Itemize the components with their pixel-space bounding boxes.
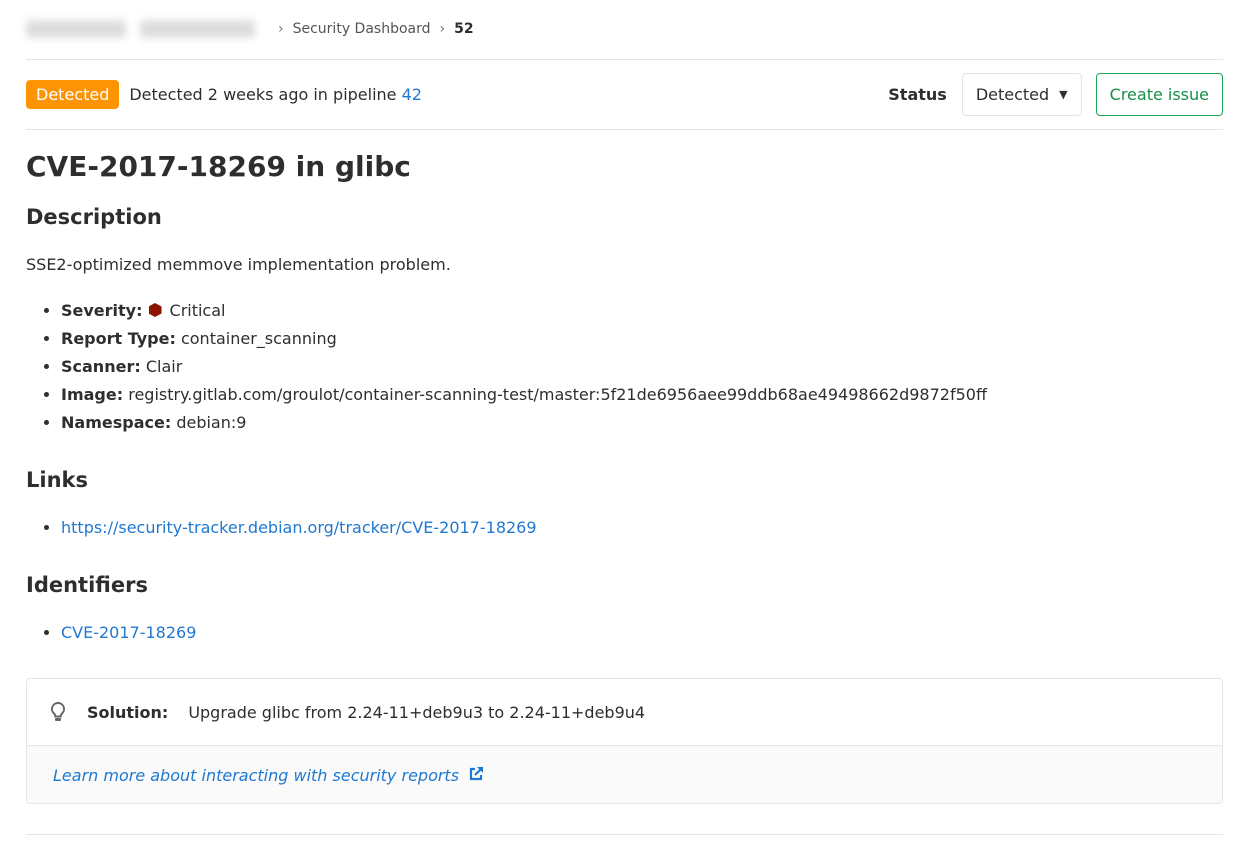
identifiers-list: CVE-2017-18269 xyxy=(61,619,196,647)
detail-value: container_scanning xyxy=(180,329,337,348)
solution-label: Solution: xyxy=(87,702,169,722)
severity-critical-icon xyxy=(148,303,162,317)
breadcrumb-security-dashboard[interactable]: Security Dashboard xyxy=(293,21,431,37)
learn-more-text: Learn more about interacting with securi… xyxy=(53,765,460,785)
divider xyxy=(26,129,1223,130)
detail-namespace: Namespace: debian:9 xyxy=(61,409,987,437)
detail-image: Image: registry.gitlab.com/groulot/conta… xyxy=(61,381,987,409)
breadcrumb-current: 52 xyxy=(454,21,474,37)
detail-label: Severity: xyxy=(61,301,143,320)
learn-more-link[interactable]: Learn more about interacting with securi… xyxy=(53,766,484,785)
vulnerability-header: Detected Detected 2 weeks ago in pipelin… xyxy=(26,73,1223,116)
status-dropdown[interactable]: Detected ▼ xyxy=(961,73,1082,116)
detail-label: Report Type: xyxy=(61,329,176,348)
detail-value: Critical xyxy=(169,301,226,320)
status-badge: Detected xyxy=(26,80,120,109)
solution-card: Solution: Upgrade glibc from 2.24-11+deb… xyxy=(26,678,1223,804)
status-label: Status xyxy=(888,85,947,104)
breadcrumb-redacted xyxy=(26,20,126,38)
breadcrumb-redacted xyxy=(140,20,255,38)
detected-info: Detected 2 weeks ago in pipeline 42 xyxy=(129,85,422,104)
detail-label: Namespace: xyxy=(61,413,172,432)
chevron-right-icon: › xyxy=(439,21,446,37)
divider xyxy=(26,59,1223,60)
detail-value: debian:9 xyxy=(176,413,247,432)
lightbulb-icon xyxy=(50,701,66,721)
pipeline-link[interactable]: 42 xyxy=(402,85,422,104)
detail-severity: Severity: Critical xyxy=(61,297,987,325)
link-item[interactable]: https://security-tracker.debian.org/trac… xyxy=(61,518,537,537)
status-value: Detected xyxy=(975,85,1050,104)
identifiers-heading: Identifiers xyxy=(26,573,148,597)
detail-value: Clair xyxy=(145,357,183,376)
page-title: CVE-2017-18269 in glibc xyxy=(26,150,411,183)
solution-text: Upgrade glibc from 2.24-11+deb9u3 to 2.2… xyxy=(188,702,646,722)
links-list: https://security-tracker.debian.org/trac… xyxy=(61,514,537,542)
detail-label: Image: xyxy=(61,385,124,404)
divider xyxy=(26,834,1223,835)
identifier-link[interactable]: CVE-2017-18269 xyxy=(61,623,196,642)
description-text: SSE2-optimized memmove implementation pr… xyxy=(26,255,451,274)
detail-report-type: Report Type: container_scanning xyxy=(61,325,987,353)
chevron-right-icon: › xyxy=(278,21,284,37)
create-issue-button[interactable]: Create issue xyxy=(1095,73,1223,116)
details-list: Severity: Critical Report Type: container… xyxy=(61,297,987,437)
detail-scanner: Scanner: Clair xyxy=(61,353,987,381)
breadcrumb: › Security Dashboard › 52 xyxy=(26,17,474,41)
chevron-down-icon: ▼ xyxy=(1059,88,1068,101)
external-link-icon xyxy=(470,766,484,780)
description-heading: Description xyxy=(26,205,162,229)
links-heading: Links xyxy=(26,468,88,492)
detail-label: Scanner: xyxy=(61,357,141,376)
detail-value: registry.gitlab.com/groulot/container-sc… xyxy=(128,385,987,404)
detected-text: Detected 2 weeks ago in pipeline xyxy=(129,85,397,104)
